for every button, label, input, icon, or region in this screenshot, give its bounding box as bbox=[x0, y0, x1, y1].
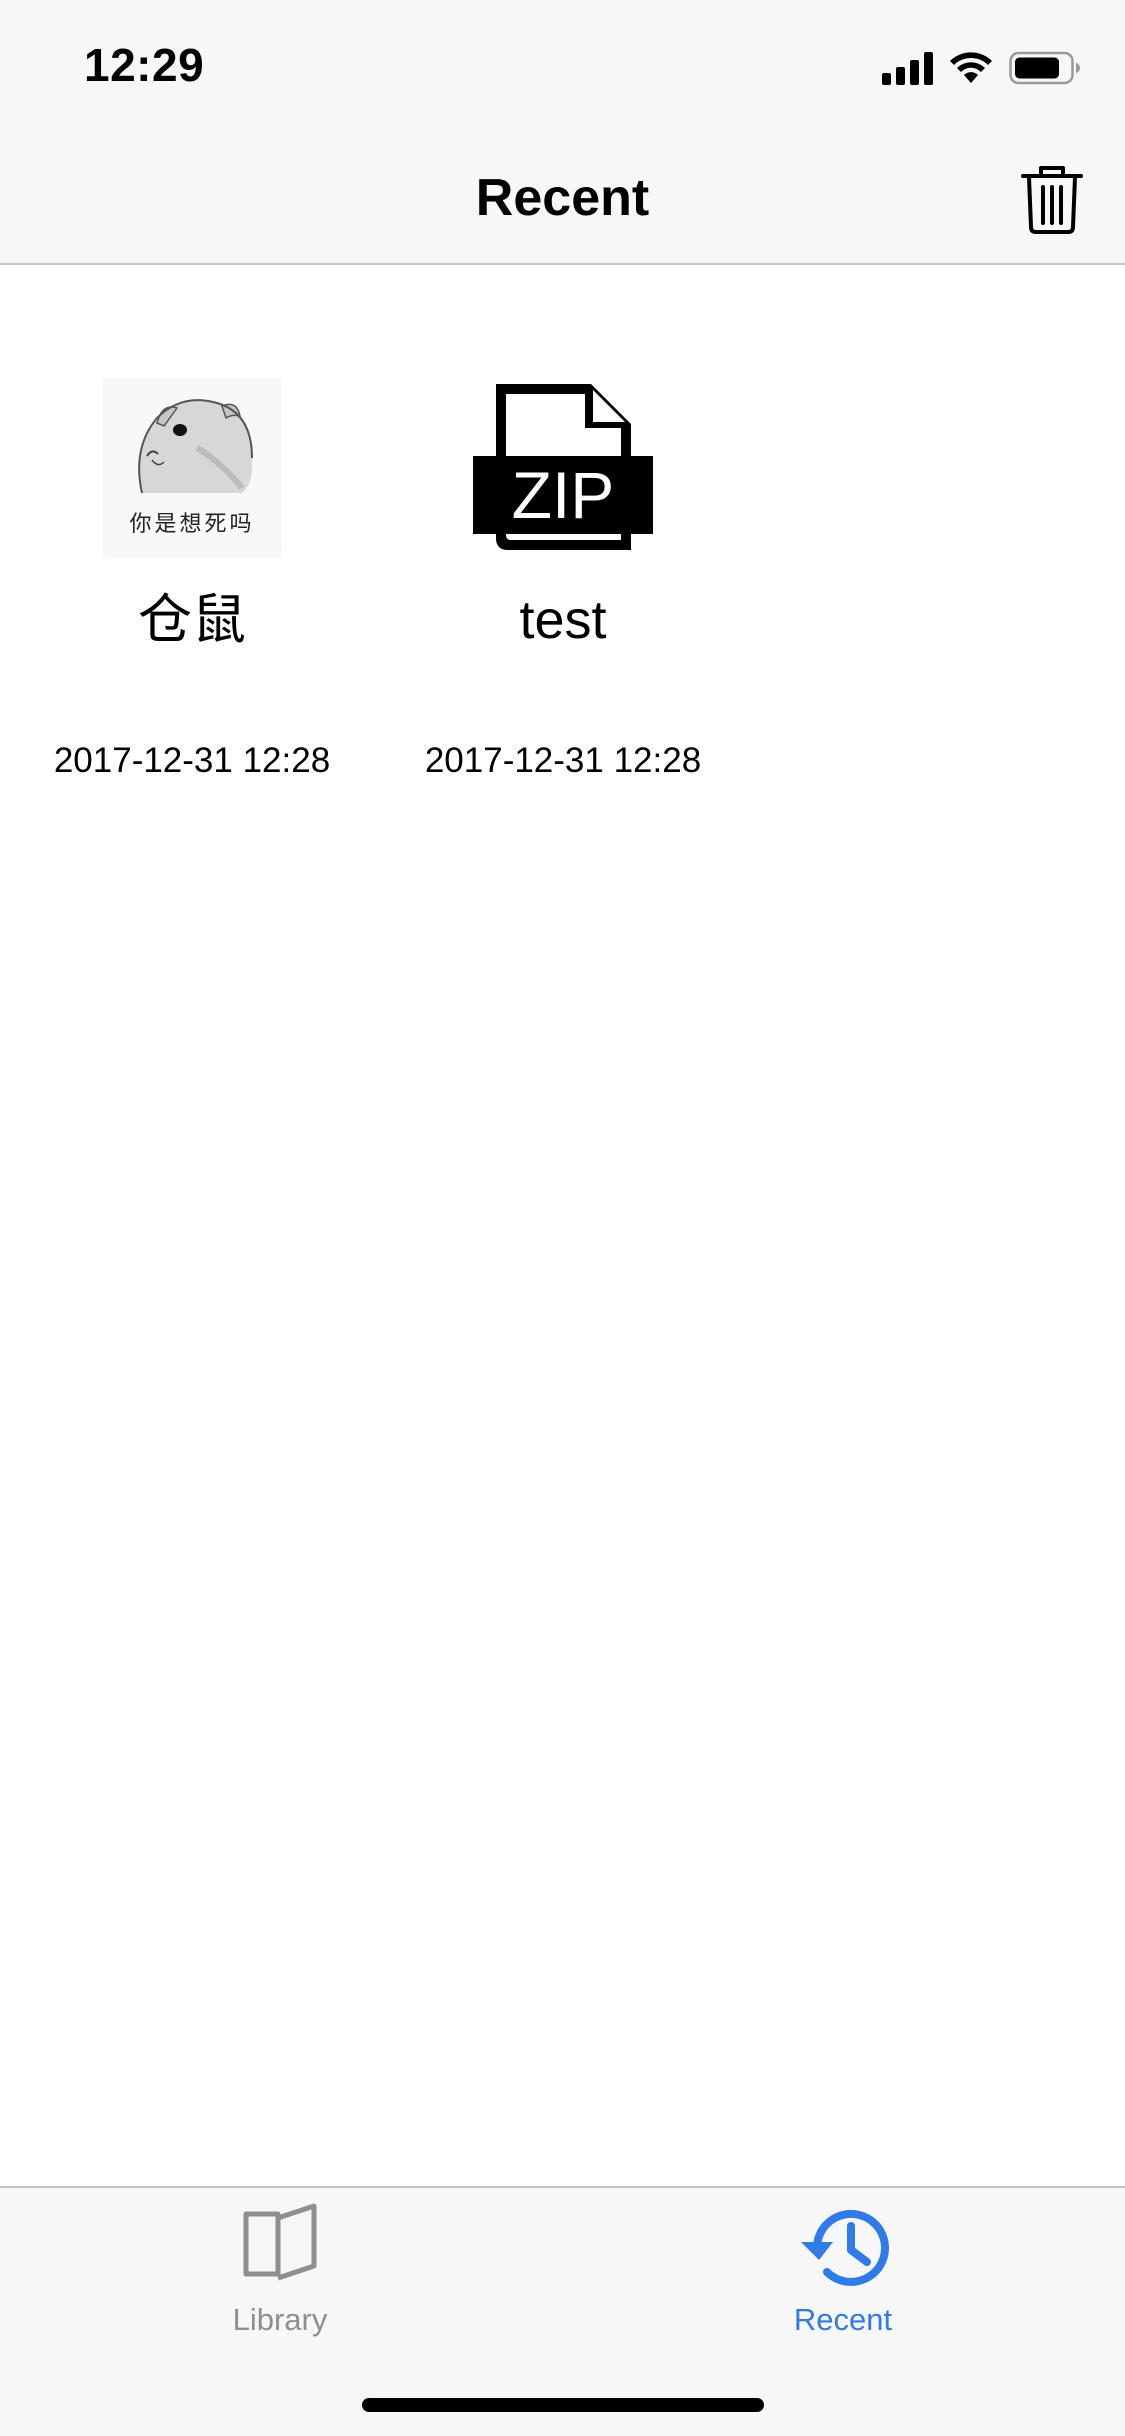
home-indicator[interactable] bbox=[362, 2398, 764, 2412]
tab-library[interactable]: Library bbox=[150, 2188, 410, 2354]
history-clock-icon bbox=[795, 2202, 891, 2297]
top-chrome: 12:29 Recent bbox=[0, 0, 1125, 265]
book-icon bbox=[240, 2202, 320, 2287]
zip-label: ZIP bbox=[512, 458, 615, 532]
trash-button[interactable] bbox=[1017, 162, 1087, 238]
file-name: test bbox=[519, 590, 607, 650]
signal-icon bbox=[882, 51, 933, 85]
wifi-icon bbox=[949, 51, 993, 85]
status-icons bbox=[882, 48, 1081, 88]
page-title: Recent bbox=[475, 169, 650, 227]
trash-icon bbox=[1021, 166, 1083, 234]
tab-recent[interactable]: Recent bbox=[713, 2188, 973, 2354]
tab-bar: Library Recent bbox=[0, 2186, 1125, 2436]
screen: 12:29 Recent 你是想死吗 仓鼠 2017-12-31 12:28 Z… bbox=[0, 0, 1125, 2436]
zip-file-icon: ZIP bbox=[473, 378, 653, 558]
status-time: 12:29 bbox=[84, 39, 205, 91]
tab-recent-label: Recent bbox=[793, 2302, 893, 2337]
hamster-image: 你是想死吗 bbox=[102, 378, 282, 558]
file-name: 仓鼠 bbox=[138, 590, 246, 650]
file-date: 2017-12-31 12:28 bbox=[53, 741, 331, 780]
file-date: 2017-12-31 12:28 bbox=[424, 741, 702, 780]
tab-library-label: Library bbox=[232, 2302, 328, 2337]
hamster-image-caption: 你是想死吗 bbox=[129, 511, 255, 536]
battery-icon bbox=[1009, 50, 1081, 86]
